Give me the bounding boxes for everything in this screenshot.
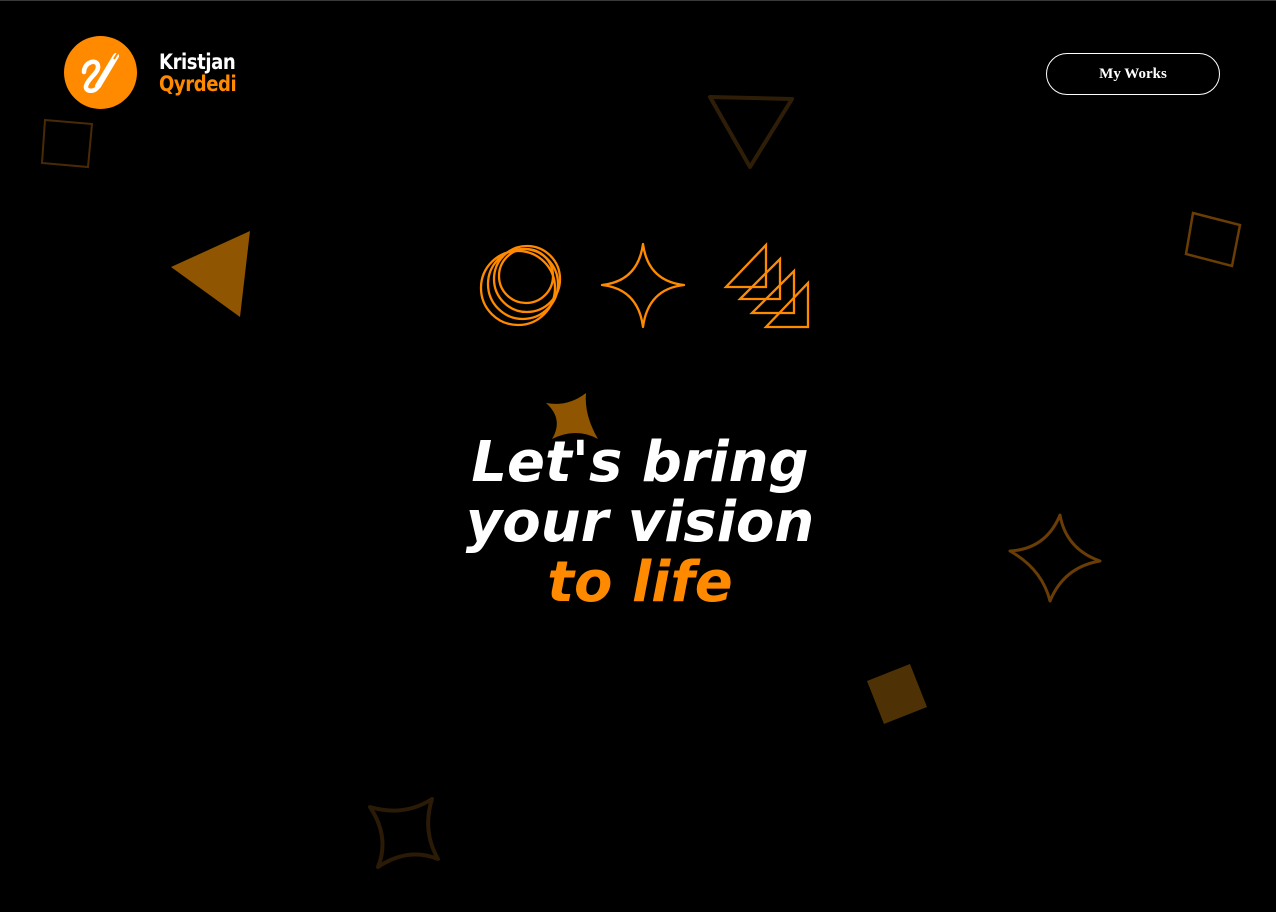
- filled-triangle-icon: [171, 231, 250, 317]
- hero-headline: Let's bring your vision to life: [380, 433, 900, 613]
- stacked-triangles-icon: [723, 242, 810, 329]
- paintbrush-icon: [64, 36, 137, 109]
- brand-first-name: Kristjan: [159, 49, 236, 74]
- hero-line-2: your vision: [465, 490, 815, 555]
- outline-triangle-icon: [708, 95, 794, 169]
- hero-line-3: to life: [547, 550, 733, 615]
- outline-star-icon: [1008, 513, 1102, 603]
- my-works-button[interactable]: My Works: [1046, 53, 1220, 95]
- filled-diamond-icon: [867, 664, 927, 724]
- sparkle-icon: [600, 242, 686, 329]
- brand-name: Kristjan Qyrdedi: [159, 49, 237, 96]
- outline-star-icon: [368, 797, 440, 869]
- hero-line-1: Let's bring: [471, 430, 809, 495]
- outline-square-icon: [40, 118, 94, 169]
- brand-logo[interactable]: Kristjan Qyrdedi: [64, 36, 249, 109]
- rings-icon: [479, 244, 562, 327]
- brand-last-name: Qyrdedi: [159, 71, 237, 96]
- outline-square-icon: [1184, 211, 1242, 268]
